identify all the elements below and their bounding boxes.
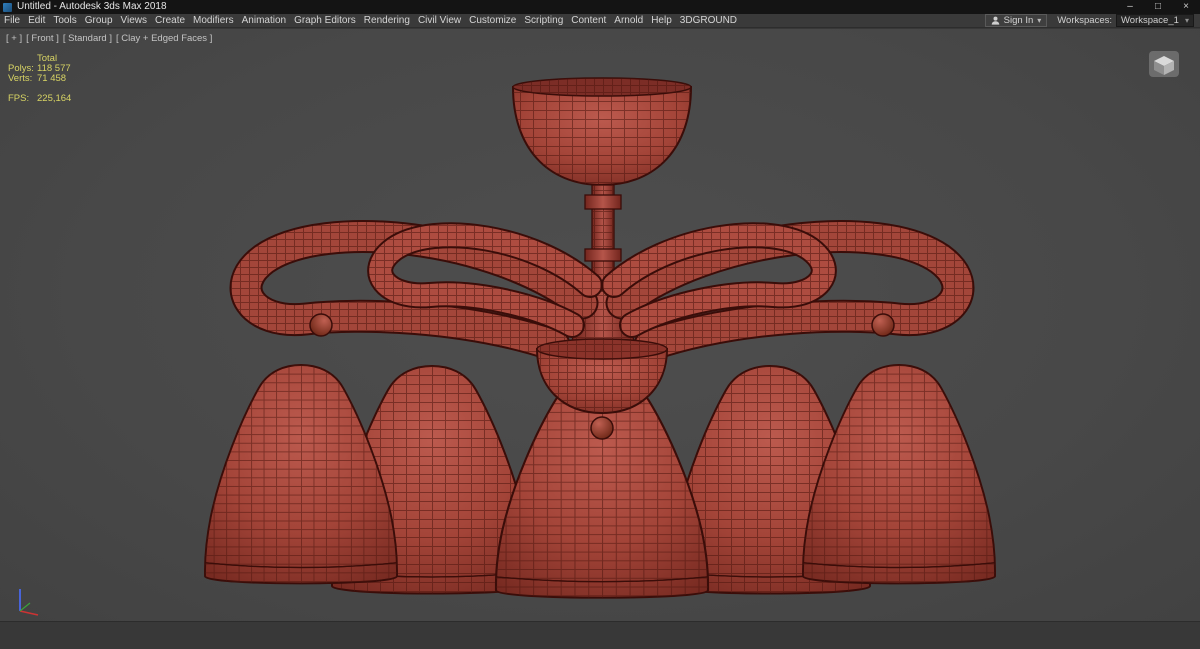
viewport-menu-renderer[interactable]: [ Standard ]	[63, 33, 112, 44]
chandelier-model[interactable]	[0, 29, 1200, 621]
stats-verts-value: 71 458	[37, 73, 67, 84]
maximize-button[interactable]: □	[1144, 0, 1172, 14]
menu-item-scripting[interactable]: Scripting	[520, 14, 567, 28]
bottom-panel	[0, 621, 1200, 649]
workspace-value: Workspace_1	[1121, 14, 1179, 26]
menu-item-content[interactable]: Content	[567, 14, 610, 28]
axis-tripod	[19, 589, 39, 616]
viewport-menu-shading[interactable]: [ Clay + Edged Faces ]	[116, 33, 212, 44]
menu-item-customize[interactable]: Customize	[465, 14, 520, 28]
stats-fps-value: 225,164	[37, 93, 72, 104]
menu-item-create[interactable]: Create	[151, 14, 189, 28]
sign-in-button[interactable]: Sign In ▾	[984, 14, 1048, 27]
stats-fps-label: FPS:	[8, 93, 30, 104]
lamp-shade-5	[802, 364, 996, 585]
chandelier-group[interactable]	[204, 77, 996, 599]
menu-item-tools[interactable]: Tools	[49, 14, 80, 28]
menu-item-group[interactable]: Group	[81, 14, 117, 28]
sign-in-label: Sign In	[1003, 15, 1034, 26]
finial-ball	[590, 416, 614, 440]
viewcube-icon[interactable]	[1148, 50, 1180, 78]
menu-item-edit[interactable]: Edit	[24, 14, 49, 28]
menu-item-graph-editors[interactable]: Graph Editors	[290, 14, 360, 28]
menu-item-modifiers[interactable]: Modifiers	[189, 14, 238, 28]
viewport-menu-general[interactable]: [ + ]	[6, 33, 22, 44]
menu-item-arnold[interactable]: Arnold	[610, 14, 647, 28]
close-button[interactable]: ×	[1172, 0, 1200, 14]
arm-right	[614, 235, 958, 345]
arm-left	[246, 235, 590, 345]
stats-verts-label: Verts:	[8, 73, 33, 84]
menu-item-3dground[interactable]: 3DGROUND	[676, 14, 741, 28]
menu-item-civil-view[interactable]: Civil View	[414, 14, 465, 28]
menu-bar: File Edit Tools Group Views Create Modif…	[0, 14, 1200, 28]
lamp-shade-1	[204, 364, 398, 585]
menu-item-rendering[interactable]: Rendering	[360, 14, 414, 28]
viewport-statistics: Total Polys: 118 577 Verts: 71 458 FPS: …	[8, 54, 71, 104]
menu-item-animation[interactable]: Animation	[238, 14, 290, 28]
menu-item-help[interactable]: Help	[647, 14, 676, 28]
top-bowl	[511, 77, 693, 187]
menu-item-file[interactable]: File	[0, 14, 24, 28]
viewport-front[interactable]: [ + ] [ Front ] [ Standard ] [ Clay + Ed…	[0, 29, 1200, 621]
viewport-menu-view[interactable]: [ Front ]	[26, 33, 59, 44]
window-title: Untitled - Autodesk 3ds Max 2018	[17, 1, 167, 12]
chevron-down-icon: ▾	[1037, 16, 1042, 25]
user-icon	[991, 16, 999, 25]
minimize-button[interactable]: –	[1116, 0, 1144, 14]
3dsmax-app-icon	[3, 2, 12, 12]
menu-item-views[interactable]: Views	[117, 14, 152, 28]
workspace-chevron-icon: ▾	[1184, 15, 1189, 25]
workspaces-label: Workspaces:	[1057, 15, 1112, 26]
title-bar: Untitled - Autodesk 3ds Max 2018 – □ ×	[0, 0, 1200, 14]
workspace-dropdown[interactable]: Workspace_1 ▾	[1116, 14, 1194, 27]
viewport-label: [ + ] [ Front ] [ Standard ] [ Clay + Ed…	[6, 33, 212, 44]
